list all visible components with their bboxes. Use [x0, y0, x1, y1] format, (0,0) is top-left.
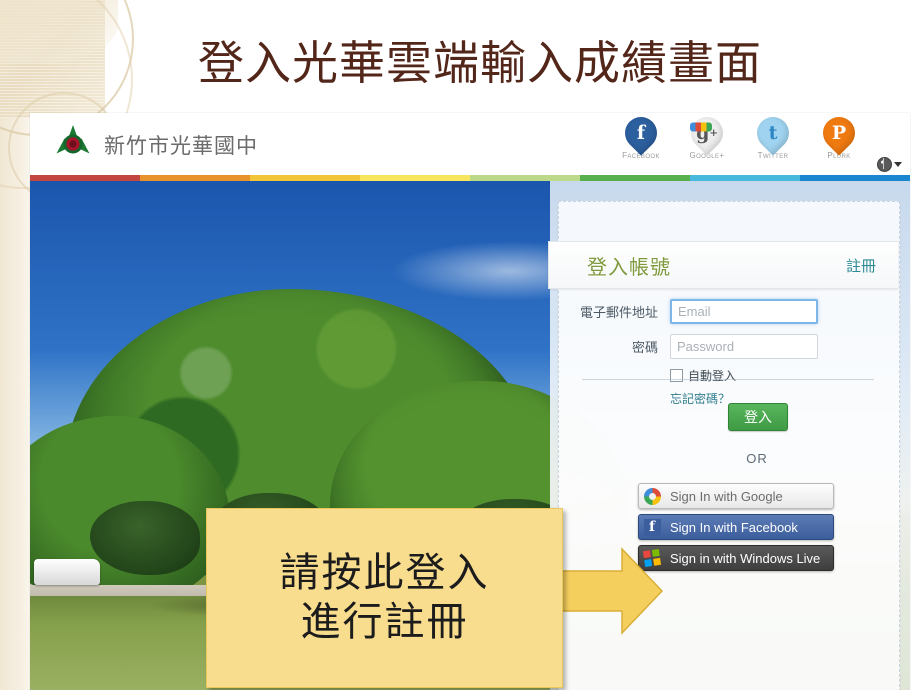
annotation-callout: 請按此登入 進行註冊 — [206, 508, 563, 688]
oauth-label: Sign in with Windows Live — [670, 550, 821, 566]
oauth-buttons: Sign In with Google f Sign In with Faceb… — [638, 483, 834, 576]
password-label: 密碼 — [631, 341, 658, 356]
chevron-down-icon — [894, 162, 902, 167]
panel-divider — [582, 379, 874, 380]
login-form: 電子郵件地址 密碼 自動登入 忘記密碼？ — [558, 299, 898, 407]
social-links: f Facebook g+ Google+ t Twitter P Plurk — [616, 113, 864, 173]
school-name: 新竹市光華國中 — [104, 134, 258, 158]
slide-canvas: 登入光華雲端輸入成績畫面 新竹市光華國中 f g + t P 登入帳號 註冊 電… — [0, 0, 920, 690]
right-arrow-icon — [555, 545, 664, 637]
social-link-plurk[interactable]: P Plurk — [814, 113, 864, 173]
email-input[interactable] — [670, 299, 818, 324]
annotation-line-1: 請按此登入 — [279, 550, 490, 597]
sign-in-with-windows-live-button[interactable]: Sign in with Windows Live — [638, 545, 834, 571]
password-input[interactable] — [670, 334, 818, 359]
social-link-facebook[interactable]: f Facebook — [616, 113, 666, 173]
auto-login-label: 自動登入 — [688, 369, 737, 383]
email-row: 電子郵件地址 — [558, 299, 898, 324]
parked-van — [34, 559, 100, 585]
sign-in-with-facebook-button[interactable]: f Sign In with Facebook — [638, 514, 834, 540]
site-header: 新竹市光華國中 f Facebook g+ Google+ t Twitter … — [30, 113, 910, 175]
oauth-label: Sign In with Facebook — [670, 519, 798, 535]
social-link-google-plus[interactable]: g+ Google+ — [682, 113, 732, 173]
social-link-twitter[interactable]: t Twitter — [748, 113, 798, 173]
decor-side-band — [0, 118, 33, 690]
google-logo-icon — [639, 483, 665, 509]
background-tree — [90, 501, 200, 575]
email-label: 電子郵件地址 — [579, 306, 658, 321]
twitter-icon: t — [750, 113, 796, 156]
or-divider: OR — [746, 451, 768, 466]
oauth-label: Sign In with Google — [670, 488, 783, 504]
login-panel-header: 登入帳號 註冊 — [548, 241, 898, 289]
facebook-logo-icon: f — [639, 514, 665, 540]
panel-title: 登入帳號 — [587, 254, 671, 279]
annotation-line-2: 進行註冊 — [300, 599, 469, 645]
auto-login-row[interactable]: 自動登入 — [670, 367, 898, 384]
globe-icon — [877, 157, 892, 172]
login-button[interactable]: 登入 — [728, 403, 788, 431]
google-plus-icon: g + — [684, 113, 730, 156]
school-emblem-icon — [52, 123, 94, 165]
facebook-icon: f — [618, 113, 664, 156]
plurk-icon: P — [816, 113, 862, 156]
slide-title: 登入光華雲端輸入成績畫面 — [198, 36, 762, 90]
register-link[interactable]: 註冊 — [846, 255, 876, 276]
language-selector[interactable] — [877, 157, 902, 172]
sign-in-with-google-button[interactable]: Sign In with Google — [638, 483, 834, 509]
auto-login-checkbox[interactable] — [670, 369, 683, 382]
password-row: 密碼 — [558, 334, 898, 359]
